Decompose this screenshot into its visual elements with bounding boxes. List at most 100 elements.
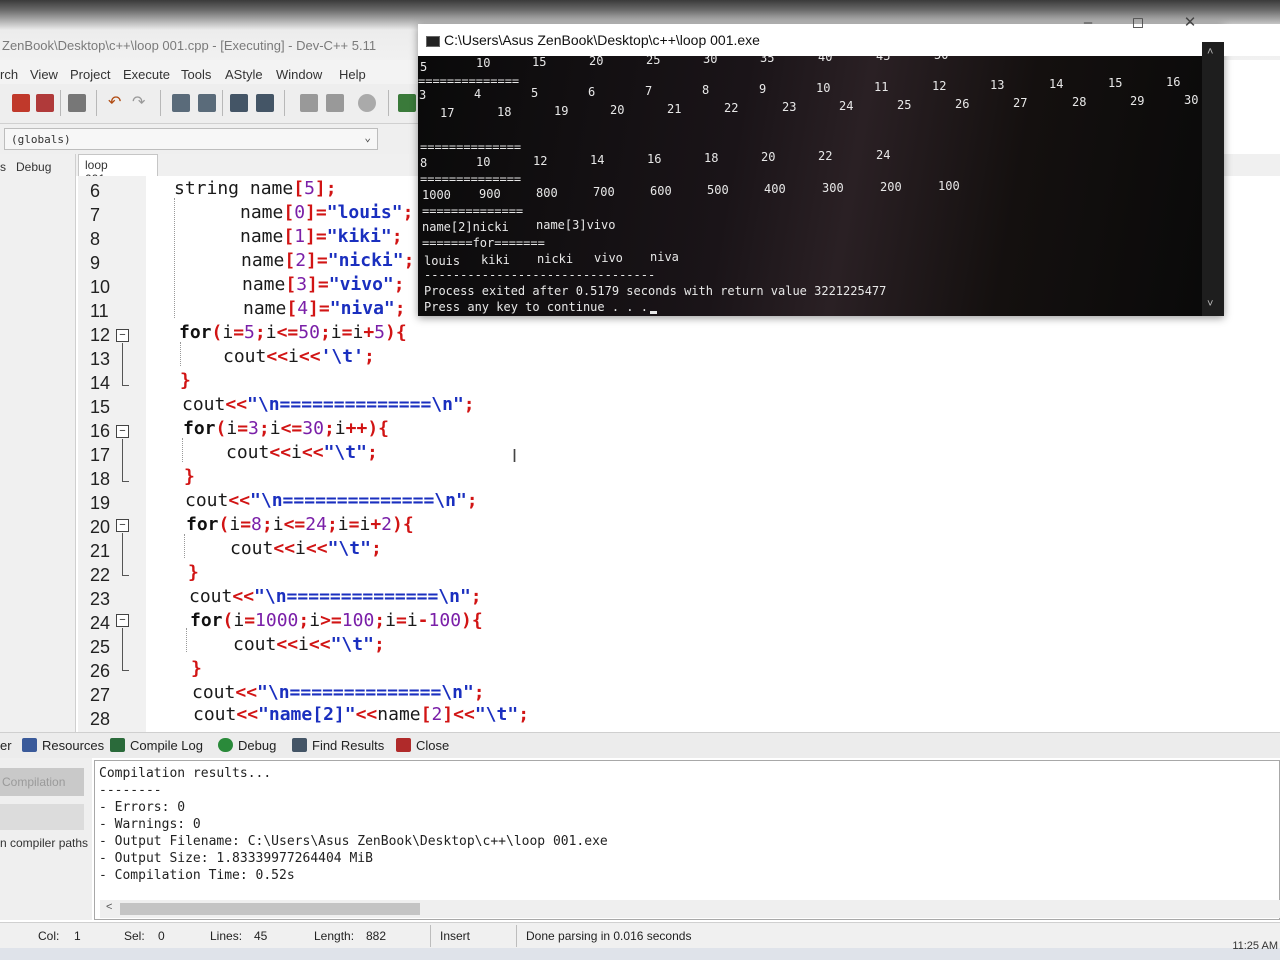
code-line: name[1]="kiki"; <box>240 226 403 247</box>
console-value: 10 <box>476 155 491 169</box>
tab-debug-label: Debug <box>238 738 277 753</box>
console-value: 30 <box>1184 93 1199 107</box>
log-line: Compilation results... <box>99 766 272 781</box>
scope-dropdown[interactable]: (globals) ⌄ <box>4 128 378 150</box>
line-number: 9 <box>90 253 101 273</box>
console-value: 600 <box>650 184 672 198</box>
line-number: 26 <box>90 661 111 681</box>
compile-icon[interactable] <box>398 94 416 112</box>
code-line: for(i=8;i<=24;i=i+2){ <box>186 514 414 535</box>
tab-close[interactable]: Close <box>396 738 449 753</box>
indent-guide <box>184 534 185 558</box>
bookmark-next-icon[interactable] <box>326 94 344 112</box>
line-number: 19 <box>90 493 111 513</box>
fold-toggle-icon[interactable]: − <box>116 329 129 342</box>
fold-end <box>122 575 129 576</box>
chevron-up-icon[interactable]: ˄ <box>1207 46 1213 58</box>
console-name: vivo <box>594 251 623 265</box>
code-line: } <box>191 658 202 679</box>
scrollbar-thumb[interactable] <box>120 903 420 915</box>
close-file-icon[interactable] <box>12 94 30 112</box>
blank-button[interactable] <box>0 804 84 830</box>
code-line: cout<<"\n==============\n"; <box>182 394 475 415</box>
menu-astyle[interactable]: AStyle <box>225 67 263 82</box>
console-separator: ============== <box>422 204 524 218</box>
line-number: 11 <box>90 301 109 321</box>
code-line: } <box>184 466 195 487</box>
log-line: -------- <box>99 783 162 798</box>
fold-toggle-icon[interactable]: − <box>116 519 129 532</box>
fold-toggle-icon[interactable]: − <box>116 425 129 438</box>
print-icon[interactable] <box>68 94 86 112</box>
console-value: 4 <box>474 87 482 101</box>
console-name: kiki <box>481 253 510 267</box>
status-bar: Col: 1 Sel: 0 Lines: 45 Length: 882 Inse… <box>0 922 1280 948</box>
console-scrollbar[interactable]: ˄ ˅ <box>1202 42 1224 316</box>
bookmark-prev-icon[interactable] <box>300 94 318 112</box>
console-value: 19 <box>554 104 569 118</box>
tab-debug[interactable]: Debug <box>218 738 276 753</box>
undo-icon[interactable]: ↶ <box>108 94 126 112</box>
taskbar <box>0 948 1280 960</box>
fold-toggle-icon[interactable]: − <box>116 614 129 627</box>
console-value: 8 <box>702 83 710 97</box>
console-value: 24 <box>876 148 891 162</box>
console-window: C:\Users\Asus ZenBook\Desktop\c++\loop 0… <box>418 24 1280 316</box>
menu-window[interactable]: Window <box>276 67 322 82</box>
console-value: 18 <box>497 105 512 119</box>
project-tab[interactable]: s <box>0 160 6 174</box>
find-icon[interactable] <box>172 94 190 112</box>
goto-icon[interactable] <box>358 94 376 112</box>
indent-icon[interactable] <box>230 94 248 112</box>
tab-compiler[interactable]: er <box>0 738 12 753</box>
indent-guide <box>180 342 181 366</box>
close-button[interactable]: ✕ <box>1164 10 1216 38</box>
console-value: 5 <box>420 60 428 74</box>
line-number: 14 <box>90 373 111 393</box>
console-value: 24 <box>839 99 854 113</box>
redo-icon[interactable]: ↷ <box>132 94 150 112</box>
project-panel: s Debug <box>0 154 76 732</box>
line-number: 10 <box>90 277 111 297</box>
console-icon <box>426 36 440 47</box>
log-line: - Errors: 0 <box>99 800 186 815</box>
debug-tab[interactable]: Debug <box>16 160 51 174</box>
tab-find-results[interactable]: Find Results <box>292 738 384 753</box>
console-value: 40 <box>818 56 833 64</box>
chevron-down-icon[interactable]: ˅ <box>1207 298 1213 310</box>
compilation-button[interactable]: Compilation <box>0 768 84 796</box>
code-line: cout<<i<<'\t'; <box>223 346 375 367</box>
menu-execute[interactable]: Execute <box>123 67 170 82</box>
lines-label: Lines: <box>210 929 243 943</box>
tab-compile-log[interactable]: Compile Log <box>110 738 203 753</box>
tab-resources-label: Resources <box>42 738 105 753</box>
text-cursor-icon: I <box>512 446 518 466</box>
unindent-icon[interactable] <box>256 94 274 112</box>
console-output[interactable]: 5 10 15 20 25 30 35 40 45 50 ===========… <box>418 56 1202 316</box>
console-value: 35 <box>760 56 775 65</box>
replace-icon[interactable] <box>198 94 216 112</box>
menu-help[interactable]: Help <box>339 67 366 82</box>
menubar: rch View Project Execute Tools AStyle Wi… <box>0 60 420 84</box>
tab-resources[interactable]: Resources <box>22 738 104 753</box>
console-value: 18 <box>704 151 719 165</box>
code-line: } <box>188 562 199 583</box>
maximize-button[interactable]: ◻ <box>1112 10 1164 38</box>
menu-search[interactable]: rch <box>0 67 18 82</box>
console-value: 22 <box>724 101 739 115</box>
tab-compile-log-label: Compile Log <box>130 738 203 753</box>
fold-line <box>122 628 123 670</box>
ide-window-title: ZenBook\Desktop\c++\loop 001.cpp - [Exec… <box>2 38 377 53</box>
menu-view[interactable]: View <box>30 67 58 82</box>
log-scrollbar[interactable]: < <box>100 900 1280 918</box>
file-tab-loop[interactable]: loop 001.cpp <box>78 154 158 186</box>
line-number: 6 <box>90 181 101 201</box>
close-all-icon[interactable] <box>36 94 54 112</box>
menu-tools[interactable]: Tools <box>181 67 211 82</box>
code-line: } <box>180 370 191 391</box>
menu-project[interactable]: Project <box>70 67 110 82</box>
chevron-left-icon[interactable]: < <box>106 901 112 913</box>
indent-guide <box>182 438 183 462</box>
minimize-button[interactable]: – <box>1062 10 1114 38</box>
code-line: cout<<"name[2]"<<name[2]<<"\t"; <box>193 704 530 725</box>
